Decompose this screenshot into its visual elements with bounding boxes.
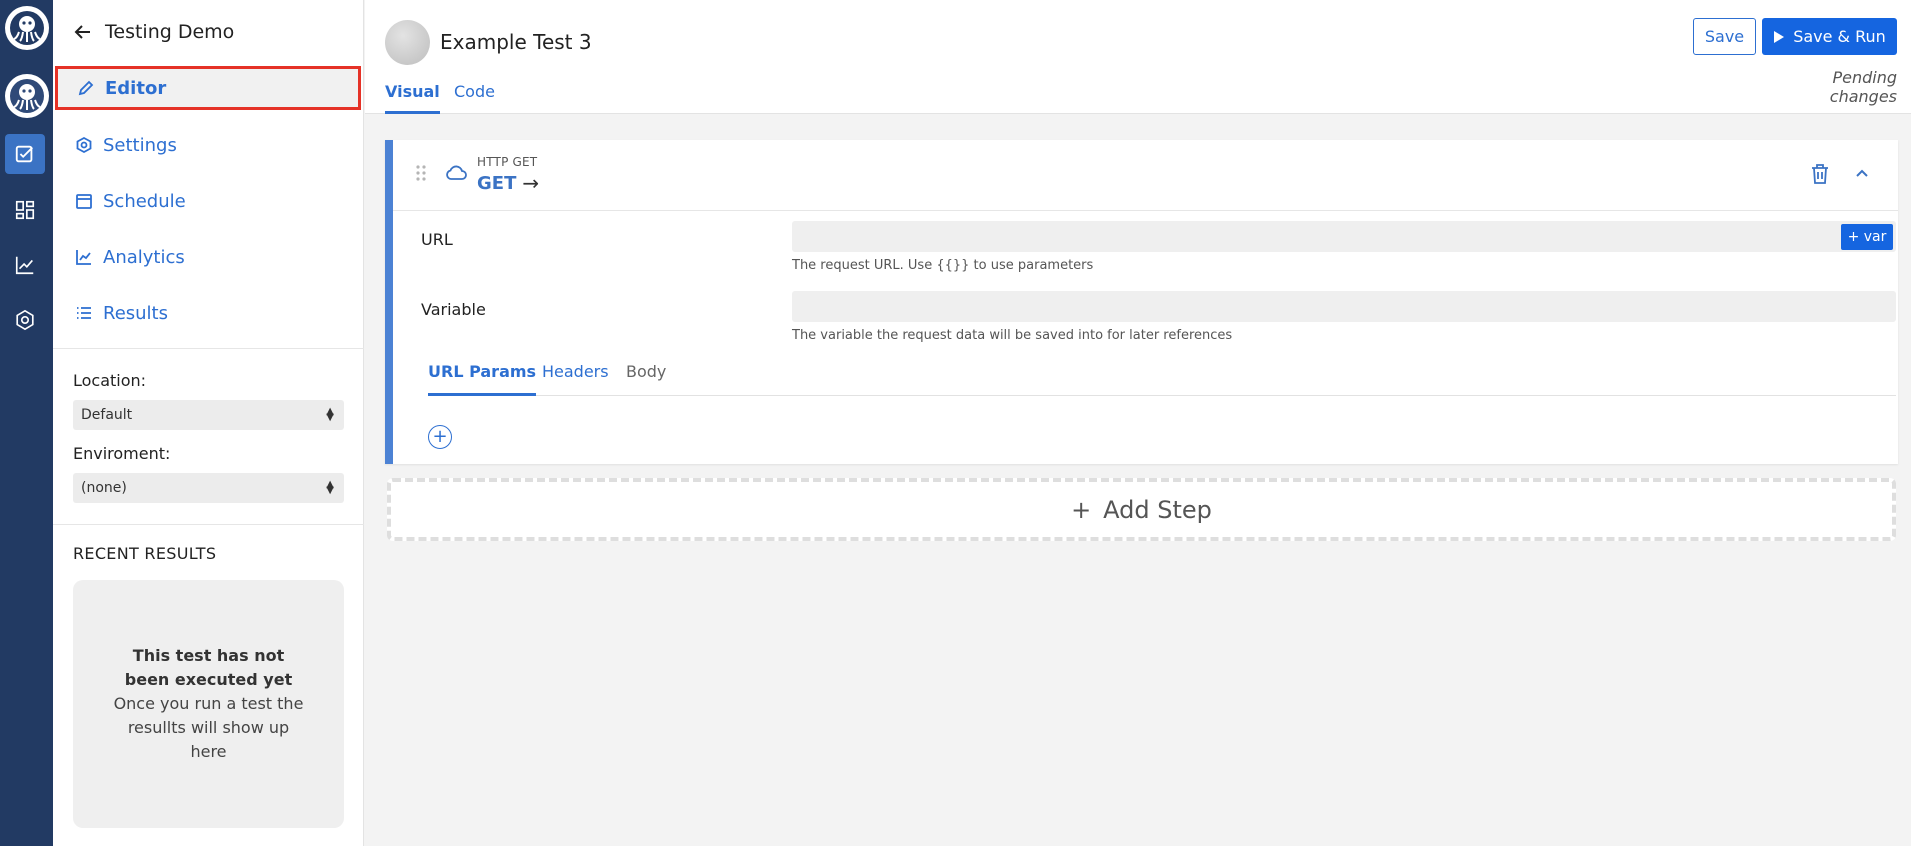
add-step-button[interactable]: + Add Step [387, 478, 1896, 541]
save-and-run-button[interactable]: Save & Run [1762, 18, 1897, 55]
http-step-card: HTTP GET GET → URL + var The request URL… [385, 140, 1898, 464]
test-header: Example Test 3 Visual Code Save Save & R… [365, 0, 1911, 114]
environment-label: Enviroment: [73, 444, 171, 463]
gear-icon [16, 309, 34, 331]
sidebar-item-settings[interactable]: Settings [56, 123, 361, 167]
select-arrows-icon: ▲ ▼ [326, 479, 334, 496]
tab-code[interactable]: Code [454, 82, 495, 114]
play-icon [1774, 30, 1785, 43]
sidebar-item-results[interactable]: Results [56, 291, 361, 335]
gear-icon [76, 136, 92, 154]
pencil-icon [78, 80, 94, 96]
tab-headers[interactable]: Headers [542, 362, 609, 396]
calendar-icon [76, 194, 92, 209]
location-label: Location: [73, 371, 147, 390]
tab-visual[interactable]: Visual [385, 82, 440, 114]
list-icon [77, 307, 91, 319]
sidebar: Testing Demo Editor Settings Schedule An… [53, 0, 364, 846]
chevron-up-icon[interactable] [1854, 165, 1870, 181]
empty-text: Once you run a test the resullts will sh… [113, 694, 304, 761]
url-label: URL [421, 230, 453, 249]
tab-body[interactable]: Body [626, 362, 666, 396]
sidebar-divider [53, 348, 364, 349]
sidebar-item-label: Results [103, 302, 168, 324]
sidebar-item-analytics[interactable]: Analytics [56, 235, 361, 279]
checkbox-edit-icon [15, 145, 33, 163]
environment-select[interactable]: (none) ▲ ▼ [73, 473, 344, 503]
step-type-label: HTTP GET [477, 155, 538, 169]
select-arrows-icon: ▲ ▼ [326, 406, 334, 423]
location-value: Default [81, 407, 133, 423]
environment-value: (none) [81, 480, 127, 496]
save-and-run-label: Save & Run [1793, 27, 1886, 46]
step-method: GET → [477, 171, 539, 195]
rail-settings-button[interactable] [5, 300, 45, 340]
chart-line-icon [76, 250, 91, 265]
add-step-label: Add Step [1103, 495, 1212, 524]
chart-line-icon [15, 256, 34, 275]
variable-help: The variable the request data will be sa… [792, 328, 1233, 343]
sidebar-item-label: Settings [103, 134, 177, 156]
recent-results-empty: This test has not been executed yet Once… [73, 580, 344, 828]
location-select[interactable]: Default ▲ ▼ [73, 400, 344, 430]
team-avatar[interactable] [5, 74, 49, 118]
save-button[interactable]: Save [1693, 18, 1756, 55]
method-name: GET [477, 172, 517, 194]
octopus-logo-icon [10, 11, 44, 45]
drag-handle-icon[interactable] [415, 164, 427, 182]
url-input[interactable] [792, 221, 1896, 252]
sidebar-item-label: Editor [105, 77, 167, 99]
step-header[interactable]: HTTP GET GET → [393, 140, 1898, 211]
test-avatar [385, 20, 430, 65]
pending-status: Pending changes [1829, 68, 1897, 106]
add-var-button[interactable]: + var [1841, 224, 1893, 250]
variable-label: Variable [421, 300, 486, 319]
rail-tests-button[interactable] [5, 134, 45, 174]
sidebar-item-schedule[interactable]: Schedule [56, 179, 361, 223]
plus-icon: + [1071, 495, 1092, 524]
sidebar-item-label: Schedule [103, 190, 186, 212]
empty-title: This test has not been executed yet [124, 646, 293, 689]
icon-rail [0, 0, 53, 846]
arrow-right-icon: → [522, 171, 540, 195]
tab-url-params[interactable]: URL Params [428, 362, 537, 396]
variable-input[interactable] [792, 291, 1896, 322]
sidebar-header: Testing Demo [73, 18, 234, 46]
sidebar-divider [53, 524, 364, 525]
app-logo[interactable] [5, 6, 49, 50]
cloud-icon [446, 165, 467, 180]
dashboard-icon [15, 200, 35, 220]
project-title: Testing Demo [105, 21, 235, 43]
url-help: The request URL. Use {{}} to use paramet… [792, 258, 1094, 273]
test-name[interactable]: Example Test 3 [440, 30, 592, 54]
back-arrow-icon[interactable] [73, 22, 93, 42]
sidebar-item-label: Analytics [103, 246, 185, 268]
sidebar-item-editor[interactable]: Editor [55, 66, 361, 110]
recent-results-title: RECENT RESULTS [73, 544, 217, 563]
trash-icon[interactable] [1810, 163, 1830, 185]
rail-dashboard-button[interactable] [5, 190, 45, 230]
octopus-avatar-icon [10, 79, 44, 113]
request-subtabs: URL Params Headers Body [428, 362, 1896, 396]
add-param-button[interactable]: + [428, 425, 452, 449]
rail-analytics-button[interactable] [5, 245, 45, 285]
